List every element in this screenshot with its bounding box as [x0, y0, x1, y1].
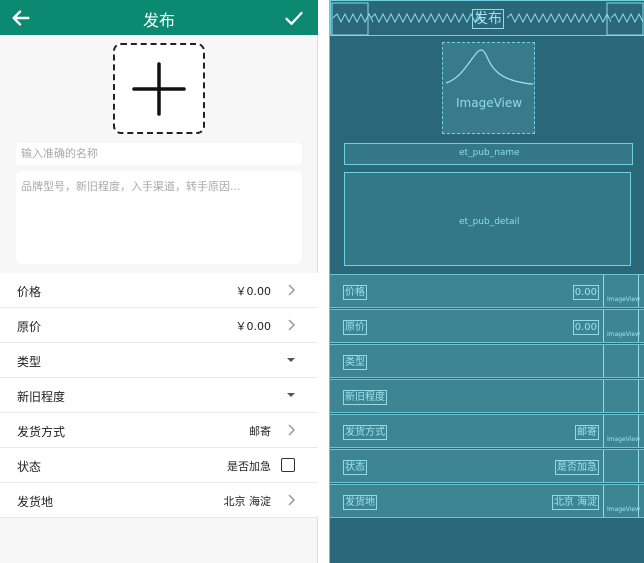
- blueprint-small-imageview: ImageView: [603, 485, 640, 517]
- blueprint-small-imageview: [603, 450, 639, 482]
- row-label: 发货地: [17, 495, 54, 509]
- imageview-label: ImageView: [456, 96, 523, 110]
- dropdown-arrow-icon[interactable]: [287, 358, 295, 362]
- row-label: 状态: [17, 460, 42, 474]
- blueprint-row: 发货方式 邮寄 ImageView: [330, 414, 644, 448]
- shipping-method-row[interactable]: 发货方式 邮寄: [0, 413, 318, 448]
- row-value: 是否加急: [227, 460, 271, 473]
- blueprint-title: 发布: [472, 9, 504, 29]
- row-value: ￥0.00: [235, 285, 272, 298]
- ship-from-row[interactable]: 发货地 北京 海淀: [0, 483, 318, 518]
- check-icon[interactable]: [284, 8, 304, 28]
- blueprint-imageview: ImageView: [442, 42, 535, 134]
- blueprint-row-value: 北京 海淀: [551, 495, 599, 510]
- chevron-right-icon: [288, 424, 296, 436]
- toolbar: 发布: [0, 0, 318, 35]
- row-label: 发货方式: [17, 425, 66, 439]
- blueprint-row-value: 0.00: [572, 320, 599, 335]
- blueprint-row-value: 邮寄: [575, 425, 599, 440]
- type-row[interactable]: 类型: [0, 343, 318, 378]
- row-label: 价格: [17, 285, 42, 299]
- chevron-right-icon: [288, 319, 296, 331]
- original-price-row[interactable]: 原价 ￥0.00: [0, 308, 318, 343]
- blueprint-row-label: 发货地: [343, 495, 377, 510]
- blueprint-row: 发货地 北京 海淀 ImageView: [330, 484, 644, 518]
- page-title: 发布: [142, 11, 175, 30]
- condition-row[interactable]: 新旧程度: [0, 378, 318, 413]
- plus-icon: [132, 62, 186, 116]
- chevron-right-icon: [288, 494, 296, 506]
- blueprint-row-label: 发货方式: [343, 425, 387, 440]
- blueprint-row-label: 原价: [343, 320, 367, 335]
- blueprint-row-label: 新旧程度: [343, 390, 387, 405]
- blueprint-row-label: 状态: [343, 460, 367, 475]
- price-row[interactable]: 价格 ￥0.00: [0, 273, 318, 308]
- name-field-id: et_pub_name: [459, 148, 520, 158]
- row-label: 类型: [17, 355, 42, 369]
- blueprint-small-imageview: ImageView: [603, 415, 640, 447]
- image-placeholder-icon: [445, 49, 534, 85]
- row-label: 新旧程度: [17, 390, 66, 404]
- row-value: 邮寄: [249, 425, 271, 438]
- blueprint-small-imageview: [603, 345, 639, 377]
- blueprint-row-value: 是否加急: [555, 460, 599, 475]
- chevron-right-icon: [288, 284, 296, 296]
- blueprint-small-imageview: ImageView: [603, 275, 640, 307]
- form-rows: 价格 ￥0.00 原价 ￥0.00 类型 新旧程度 发货方式 邮寄 状态 是否加…: [0, 273, 318, 518]
- blueprint-row-label: 价格: [343, 285, 367, 300]
- detail-field-id: et_pub_detail: [459, 217, 520, 227]
- blueprint-small-imageview: ImageView: [603, 310, 640, 342]
- blueprint-row: 状态 是否加急: [330, 449, 644, 483]
- blueprint-small-imageview: [603, 380, 639, 412]
- row-value: ￥0.00: [235, 320, 272, 333]
- detail-input[interactable]: 品牌型号，新旧程度，入手渠道，转手原因...: [16, 171, 302, 264]
- row-value: 北京 海淀: [223, 495, 272, 508]
- status-row[interactable]: 状态 是否加急: [0, 448, 318, 483]
- blueprint-view: 发布 ImageView et_pub_name et_pub_detail 价…: [329, 0, 644, 563]
- row-label: 原价: [17, 320, 42, 334]
- blueprint-name-field: et_pub_name: [344, 143, 633, 165]
- blueprint-detail-field: et_pub_detail: [344, 172, 631, 266]
- design-preview: 发布 输入准确的名称 品牌型号，新旧程度，入手渠道，转手原因... 价格 ￥0.…: [0, 0, 318, 563]
- blueprint-row: 新旧程度: [330, 379, 644, 413]
- dropdown-arrow-icon[interactable]: [287, 393, 295, 397]
- blueprint-row-label: 类型: [343, 355, 367, 370]
- blueprint-row: 原价 0.00 ImageView: [330, 309, 644, 343]
- urgent-checkbox[interactable]: [281, 458, 295, 472]
- blueprint-row-value: 0.00: [572, 285, 599, 300]
- blueprint-row: 价格 0.00 ImageView: [330, 274, 644, 308]
- blueprint-row: 类型: [330, 344, 644, 378]
- blueprint-toolbar: 发布: [330, 0, 644, 36]
- name-input[interactable]: 输入准确的名称: [16, 143, 302, 165]
- add-image-button[interactable]: [113, 43, 205, 134]
